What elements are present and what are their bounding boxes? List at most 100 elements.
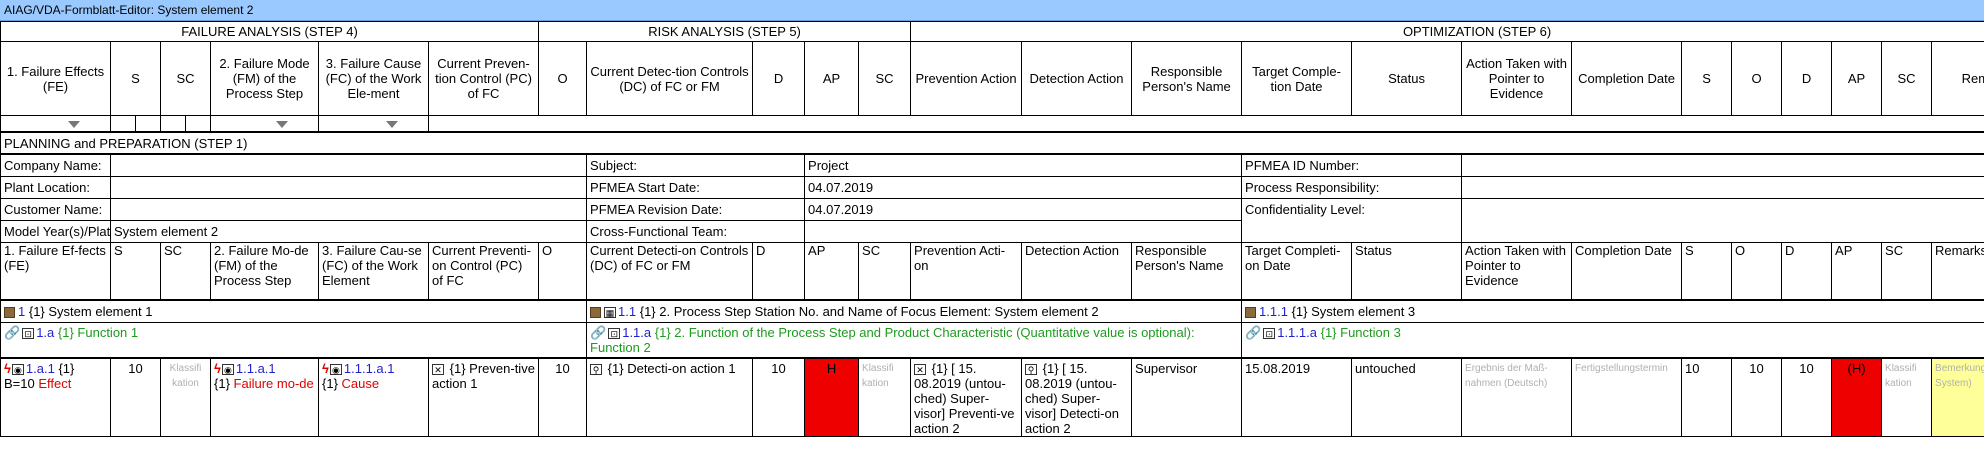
header-sc: SC xyxy=(160,41,211,116)
function-3[interactable]: 🔗 ⊡ 1.1.1.a {1} Function 3 xyxy=(1241,321,1984,359)
responsible-cell[interactable]: Supervisor xyxy=(1131,357,1243,437)
system-element-1[interactable]: 1 {1} System element 1 xyxy=(0,299,588,323)
col-o: O xyxy=(538,241,588,301)
col-completion-date: Completion Date xyxy=(1571,241,1683,301)
revision-date-label: PFMEA Revision Date: xyxy=(586,197,806,221)
customer-value[interactable] xyxy=(109,197,588,221)
col-d-opt: D xyxy=(1781,241,1833,301)
cause-type-icon: ◉ xyxy=(329,364,342,376)
effect-type-icon: ◉ xyxy=(11,364,24,376)
action-taken-cell[interactable]: Ergebnis der Maß-nahmen (Deutsch) xyxy=(1461,357,1573,437)
filter-icon[interactable] xyxy=(68,121,80,128)
filter-icon[interactable] xyxy=(276,121,288,128)
company-value[interactable] xyxy=(109,153,588,177)
header-sc-opt: SC xyxy=(1881,41,1933,116)
system-element-3[interactable]: 1.1.1 {1} System element 3 xyxy=(1241,299,1984,323)
col-pc: Current Preventi-on Control (PC) of FC xyxy=(427,241,540,301)
filter-fe[interactable] xyxy=(0,115,111,133)
element-icon xyxy=(4,306,15,318)
detection-control-cell[interactable]: ⚲ {1} Detecti-on action 1 xyxy=(586,357,754,437)
revision-date-value[interactable]: 04.07.2019 xyxy=(804,197,1243,221)
mode-type-icon: ◉ xyxy=(221,364,234,376)
link-icon: 🔗 xyxy=(1245,324,1262,340)
detection-action-icon: ⚲ xyxy=(1025,364,1038,376)
filter-fm[interactable] xyxy=(210,115,319,133)
header-s: S xyxy=(110,41,161,116)
severity-opt-cell[interactable]: 10 xyxy=(1681,357,1733,437)
subject-value[interactable]: Project xyxy=(804,153,1243,177)
col-detection-action: Detection Action xyxy=(1021,241,1133,301)
header-detection-action: Detection Action xyxy=(1021,41,1133,116)
confidentiality-value[interactable] xyxy=(1461,197,1984,243)
failure-effect-cell[interactable]: ϟ ◉ 1.a.1 {1} B=10 Effect xyxy=(0,357,111,437)
grid-icon: ▦ xyxy=(604,306,617,318)
prevention-icon: ✕ xyxy=(432,364,444,376)
occurrence-cell[interactable]: 10 xyxy=(538,357,588,437)
col-ap-opt: AP xyxy=(1831,241,1883,301)
classification-cell[interactable]: Klassifi kation xyxy=(160,357,211,437)
header-remarks: Remarks xyxy=(1931,41,1984,116)
classification-opt-cell[interactable]: Klassifi kation xyxy=(1881,357,1933,437)
severity-cell[interactable]: 10 xyxy=(110,357,161,437)
fmea-form: FAILURE ANALYSIS (STEP 4) RISK ANALYSIS … xyxy=(0,21,1984,437)
link-icon: 🔗 xyxy=(590,324,607,340)
filter-icon[interactable] xyxy=(386,121,398,128)
occurrence-opt-cell[interactable]: 10 xyxy=(1731,357,1783,437)
col-s: S xyxy=(110,241,161,301)
plant-value[interactable] xyxy=(109,175,588,199)
detection-action-cell[interactable]: ⚲ {1} [ 15. 08.2019 (untou-ched) Super-v… xyxy=(1021,357,1133,437)
customer-label: Customer Name: xyxy=(0,197,111,221)
planning-title: PLANNING and PREPARATION (STEP 1) xyxy=(0,131,1984,155)
classification-risk-cell[interactable]: Klassifi kation xyxy=(858,357,912,437)
col-responsible: Responsible Person's Name xyxy=(1131,241,1243,301)
col-ap: AP xyxy=(804,241,860,301)
start-date-value[interactable]: 04.07.2019 xyxy=(804,175,1243,199)
failure-mode-cell[interactable]: ϟ ◉ 1.1.a.1 {1} Failure mo-de xyxy=(210,357,319,437)
completion-date-cell[interactable]: Fertigstellungstermin xyxy=(1571,357,1683,437)
header-s-opt: S xyxy=(1681,41,1733,116)
col-sc-opt: SC xyxy=(1881,241,1933,301)
col-target-date: Target Completi-on Date xyxy=(1241,241,1353,301)
pfmea-id-label: PFMEA ID Number: xyxy=(1241,153,1463,177)
detection-opt-cell[interactable]: 10 xyxy=(1781,357,1833,437)
prevention-control-cell[interactable]: ✕ {1} Preven-tive action 1 xyxy=(427,357,540,437)
col-prevention-action: Prevention Acti-on xyxy=(910,241,1023,301)
team-value[interactable] xyxy=(804,219,1243,243)
header-failure-cause: 3. Failure Cause (FC) of the Work Ele-me… xyxy=(318,41,429,116)
function-1[interactable]: 🔗 ⊡ 1.a {1} Function 1 xyxy=(0,321,588,359)
effect-icon: ϟ xyxy=(4,361,11,376)
header-action-taken: Action Taken with Pointer to Evidence xyxy=(1461,41,1573,116)
action-priority-opt-cell: (H) xyxy=(1831,357,1883,437)
header-d: D xyxy=(752,41,806,116)
model-value[interactable]: System element 2 xyxy=(109,219,588,243)
detection-icon: ⚲ xyxy=(590,364,603,376)
process-resp-value[interactable] xyxy=(1461,175,1984,199)
header-ap: AP xyxy=(804,41,860,116)
plant-label: Plant Location: xyxy=(0,175,111,199)
function-icon: ⊡ xyxy=(1263,327,1276,339)
function-icon: ⊡ xyxy=(22,327,35,339)
header-d-opt: D xyxy=(1781,41,1833,116)
target-date-cell[interactable]: 15.08.2019 xyxy=(1241,357,1353,437)
header-failure-effects: 1. Failure Effects (FE) xyxy=(0,41,111,116)
function-icon: ⊡ xyxy=(608,327,621,339)
detection-cell[interactable]: 10 xyxy=(752,357,806,437)
pfmea-id-value[interactable] xyxy=(1461,153,1984,177)
header-detection-controls: Current Detec-tion Controls (DC) of FC o… xyxy=(586,41,754,116)
action-priority-cell: H xyxy=(804,357,860,437)
filter-fc[interactable] xyxy=(318,115,429,133)
col-status: Status xyxy=(1351,241,1463,301)
remarks-cell[interactable]: Bemerkung (English, System) xyxy=(1931,357,1984,437)
system-element-2[interactable]: ▦ 1.1 {1} 2. Process Step Station No. and… xyxy=(586,299,1243,323)
header-ap-opt: AP xyxy=(1831,41,1883,116)
function-2[interactable]: 🔗 ⊡ 1.1.a {1} 2. Function of the Process S… xyxy=(586,321,1243,359)
header-target-date: Target Comple-tion Date xyxy=(1241,41,1353,116)
failure-cause-cell[interactable]: ϟ ◉ 1.1.1.a.1 {1} Cause xyxy=(318,357,429,437)
section-failure-analysis: FAILURE ANALYSIS (STEP 4) xyxy=(0,21,540,42)
status-cell[interactable]: untouched xyxy=(1351,357,1463,437)
header-prevention-action: Prevention Action xyxy=(910,41,1023,116)
cause-icon: ϟ xyxy=(322,361,329,376)
prevention-action-cell[interactable]: ✕ {1} [ 15. 08.2019 (untou-ched) Super-v… xyxy=(910,357,1023,437)
col-sc: SC xyxy=(160,241,211,301)
model-label: Model Year(s)/Platform(s): xyxy=(0,219,111,243)
